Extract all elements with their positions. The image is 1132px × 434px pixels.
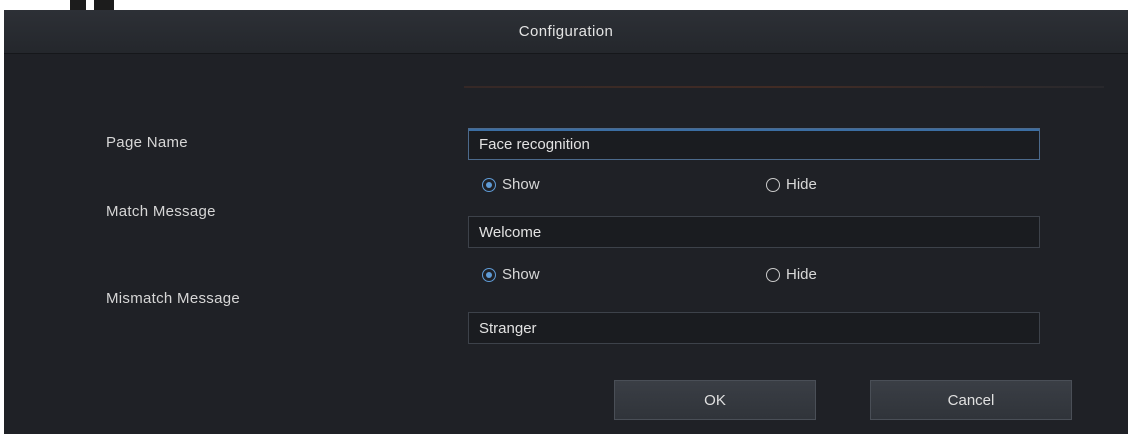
ok-button[interactable]: OK [614, 380, 816, 420]
mismatch-message-value: Stranger [479, 319, 537, 337]
mismatch-message-show-label: Show [502, 266, 540, 283]
match-message-show-radio[interactable]: Show [482, 176, 540, 193]
mismatch-message-hide-label: Hide [786, 266, 817, 283]
match-message-hide-radio[interactable]: Hide [766, 176, 817, 193]
match-message-hide-label: Hide [786, 176, 817, 193]
match-message-value: Welcome [479, 223, 542, 241]
mismatch-message-label: Mismatch Message [106, 290, 241, 307]
radio-unchecked-icon [766, 177, 780, 192]
match-message-input[interactable]: Welcome [468, 216, 1040, 248]
dialog-title: Configuration [518, 23, 614, 40]
mismatch-message-show-radio[interactable]: Show [482, 266, 540, 283]
page-name-value: Face recognition [479, 135, 590, 153]
configuration-dialog: Configuration Page Name Face recognition… [4, 10, 1128, 434]
match-message-show-label: Show [502, 176, 540, 193]
divider [464, 86, 1104, 88]
radio-checked-icon [482, 177, 496, 192]
page-name-input[interactable]: Face recognition [468, 128, 1040, 160]
radio-unchecked-icon [766, 267, 780, 282]
match-message-label: Match Message [106, 203, 216, 220]
page-name-label: Page Name [106, 134, 188, 151]
mismatch-message-hide-radio[interactable]: Hide [766, 266, 817, 283]
corner-logo [70, 0, 114, 10]
dialog-title-bar: Configuration [4, 10, 1128, 54]
radio-checked-icon [482, 267, 496, 282]
cancel-button[interactable]: Cancel [870, 380, 1072, 420]
mismatch-message-input[interactable]: Stranger [468, 312, 1040, 344]
